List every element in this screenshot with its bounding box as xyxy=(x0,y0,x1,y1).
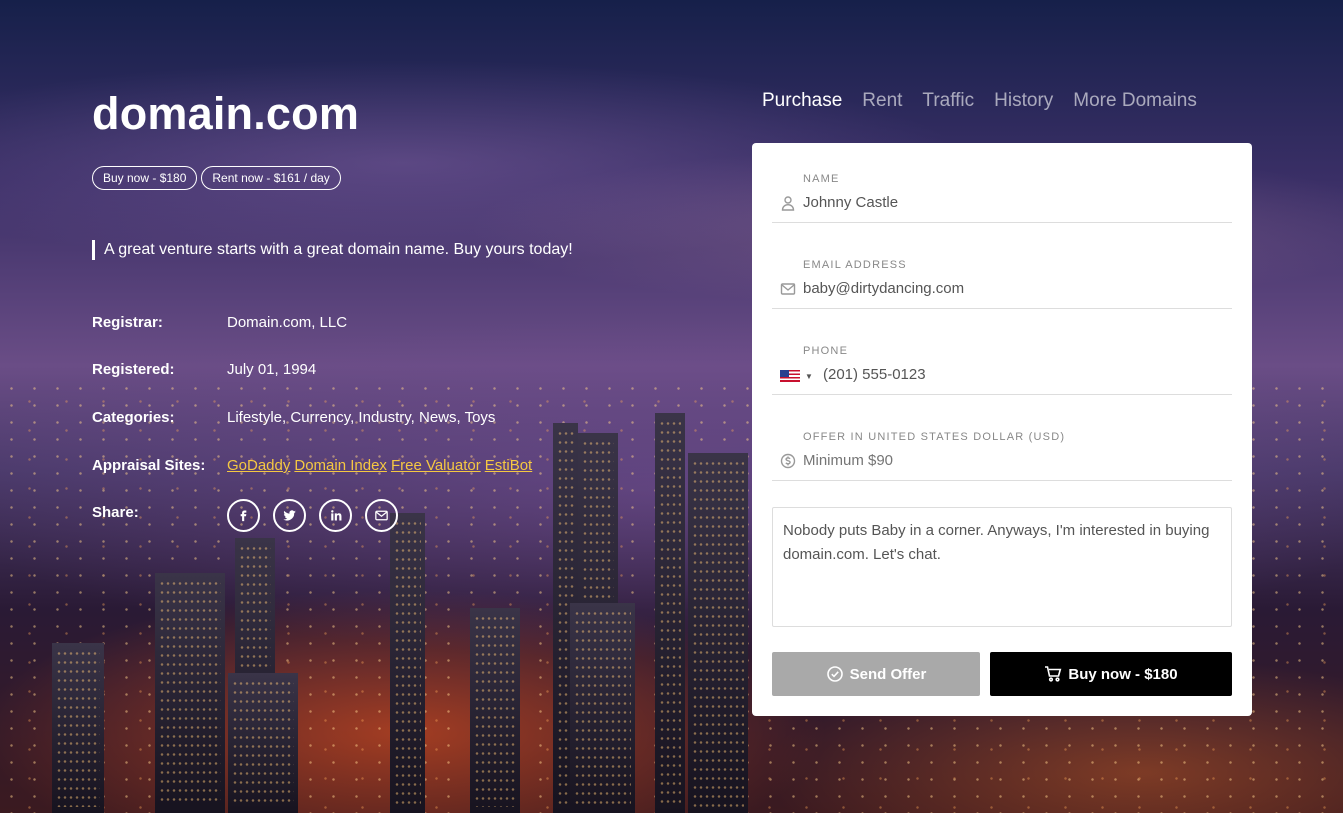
phone-input[interactable] xyxy=(823,366,1243,383)
building xyxy=(688,453,748,813)
building xyxy=(655,413,685,813)
chevron-down-icon[interactable]: ▼ xyxy=(805,372,813,381)
us-flag-icon[interactable] xyxy=(780,370,800,382)
user-icon xyxy=(780,195,796,211)
building xyxy=(228,673,298,813)
buy-now-pill[interactable]: Buy now - $180 xyxy=(92,166,198,190)
appraisal-row: Appraisal Sites: GoDaddy Domain Index Free… xyxy=(92,456,536,476)
name-field: NAME xyxy=(772,143,1232,223)
name-input[interactable] xyxy=(803,194,1223,211)
check-circle-icon xyxy=(826,666,843,682)
tab-more-domains[interactable]: More Domains xyxy=(1073,90,1197,112)
buy-now-label: Buy now - $180 xyxy=(1068,665,1178,683)
facebook-icon[interactable] xyxy=(227,499,260,532)
categories-value: Lifestyle, Currency, Industry, News, Toy… xyxy=(227,409,496,426)
registrar-label: Registrar: xyxy=(92,314,163,331)
offer-form: NAME EMAIL ADDRESS PHONE ▼ OFFER IN UNIT… xyxy=(752,143,1252,716)
phone-field: PHONE ▼ xyxy=(772,315,1243,395)
building xyxy=(52,643,104,813)
tagline: A great venture starts with a great doma… xyxy=(92,240,573,260)
registrar-row: Registrar: Domain.com, LLC xyxy=(92,313,347,333)
offer-label: OFFER IN UNITED STATES DOLLAR (USD) xyxy=(803,431,1066,443)
linkedin-icon[interactable] xyxy=(319,499,352,532)
domain-title: domain.com xyxy=(92,88,360,139)
dollar-icon xyxy=(780,453,796,469)
appraisal-link-domain-index[interactable]: Domain Index xyxy=(294,457,387,474)
appraisal-link-free-valuator[interactable]: Free Valuator xyxy=(391,457,481,474)
message-textarea[interactable]: Nobody puts Baby in a corner. Anyways, I… xyxy=(772,507,1232,627)
categories-label: Categories: xyxy=(92,409,175,426)
cart-icon xyxy=(1045,666,1062,682)
appraisal-link-estibot[interactable]: EstiBot xyxy=(485,457,533,474)
registered-row: Registered: July 01, 1994 xyxy=(92,360,316,380)
appraisal-links: GoDaddy Domain Index Free Valuator EstiBot xyxy=(227,456,536,476)
appraisal-link-godaddy[interactable]: GoDaddy xyxy=(227,457,290,474)
share-label: Share: xyxy=(92,504,139,521)
categories-row: Categories: Lifestyle, Currency, Industr… xyxy=(92,408,495,428)
rent-now-pill[interactable]: Rent now - $161 / day xyxy=(201,166,341,190)
buy-now-button[interactable]: Buy now - $180 xyxy=(990,652,1232,696)
email-label: EMAIL ADDRESS xyxy=(803,259,907,271)
offer-input[interactable] xyxy=(803,452,1223,469)
twitter-icon[interactable] xyxy=(273,499,306,532)
share-icons xyxy=(227,499,398,532)
share-row: Share: xyxy=(92,499,398,532)
send-offer-label: Send Offer xyxy=(849,665,927,683)
building xyxy=(570,603,635,813)
email-field: EMAIL ADDRESS xyxy=(772,229,1232,309)
envelope-icon xyxy=(780,281,796,297)
email-icon[interactable] xyxy=(365,499,398,532)
tab-history[interactable]: History xyxy=(994,90,1053,112)
offer-field: OFFER IN UNITED STATES DOLLAR (USD) xyxy=(772,401,1232,481)
appraisal-label: Appraisal Sites: xyxy=(92,457,206,474)
registered-value: July 01, 1994 xyxy=(227,361,317,378)
registrar-value: Domain.com, LLC xyxy=(227,314,348,331)
building xyxy=(155,573,225,813)
building xyxy=(390,513,425,813)
tab-traffic[interactable]: Traffic xyxy=(922,90,974,112)
price-pills: Buy now - $180 Rent now - $161 / day xyxy=(92,166,341,190)
tab-purchase[interactable]: Purchase xyxy=(762,90,842,112)
domain-tabs: Purchase Rent Traffic History More Domai… xyxy=(762,90,1197,112)
send-offer-button[interactable]: Send Offer xyxy=(772,652,980,696)
name-label: NAME xyxy=(803,173,840,185)
phone-label: PHONE xyxy=(803,345,849,357)
building xyxy=(470,608,520,813)
tab-rent[interactable]: Rent xyxy=(862,90,902,112)
registered-label: Registered: xyxy=(92,361,175,378)
email-input[interactable] xyxy=(803,280,1223,297)
